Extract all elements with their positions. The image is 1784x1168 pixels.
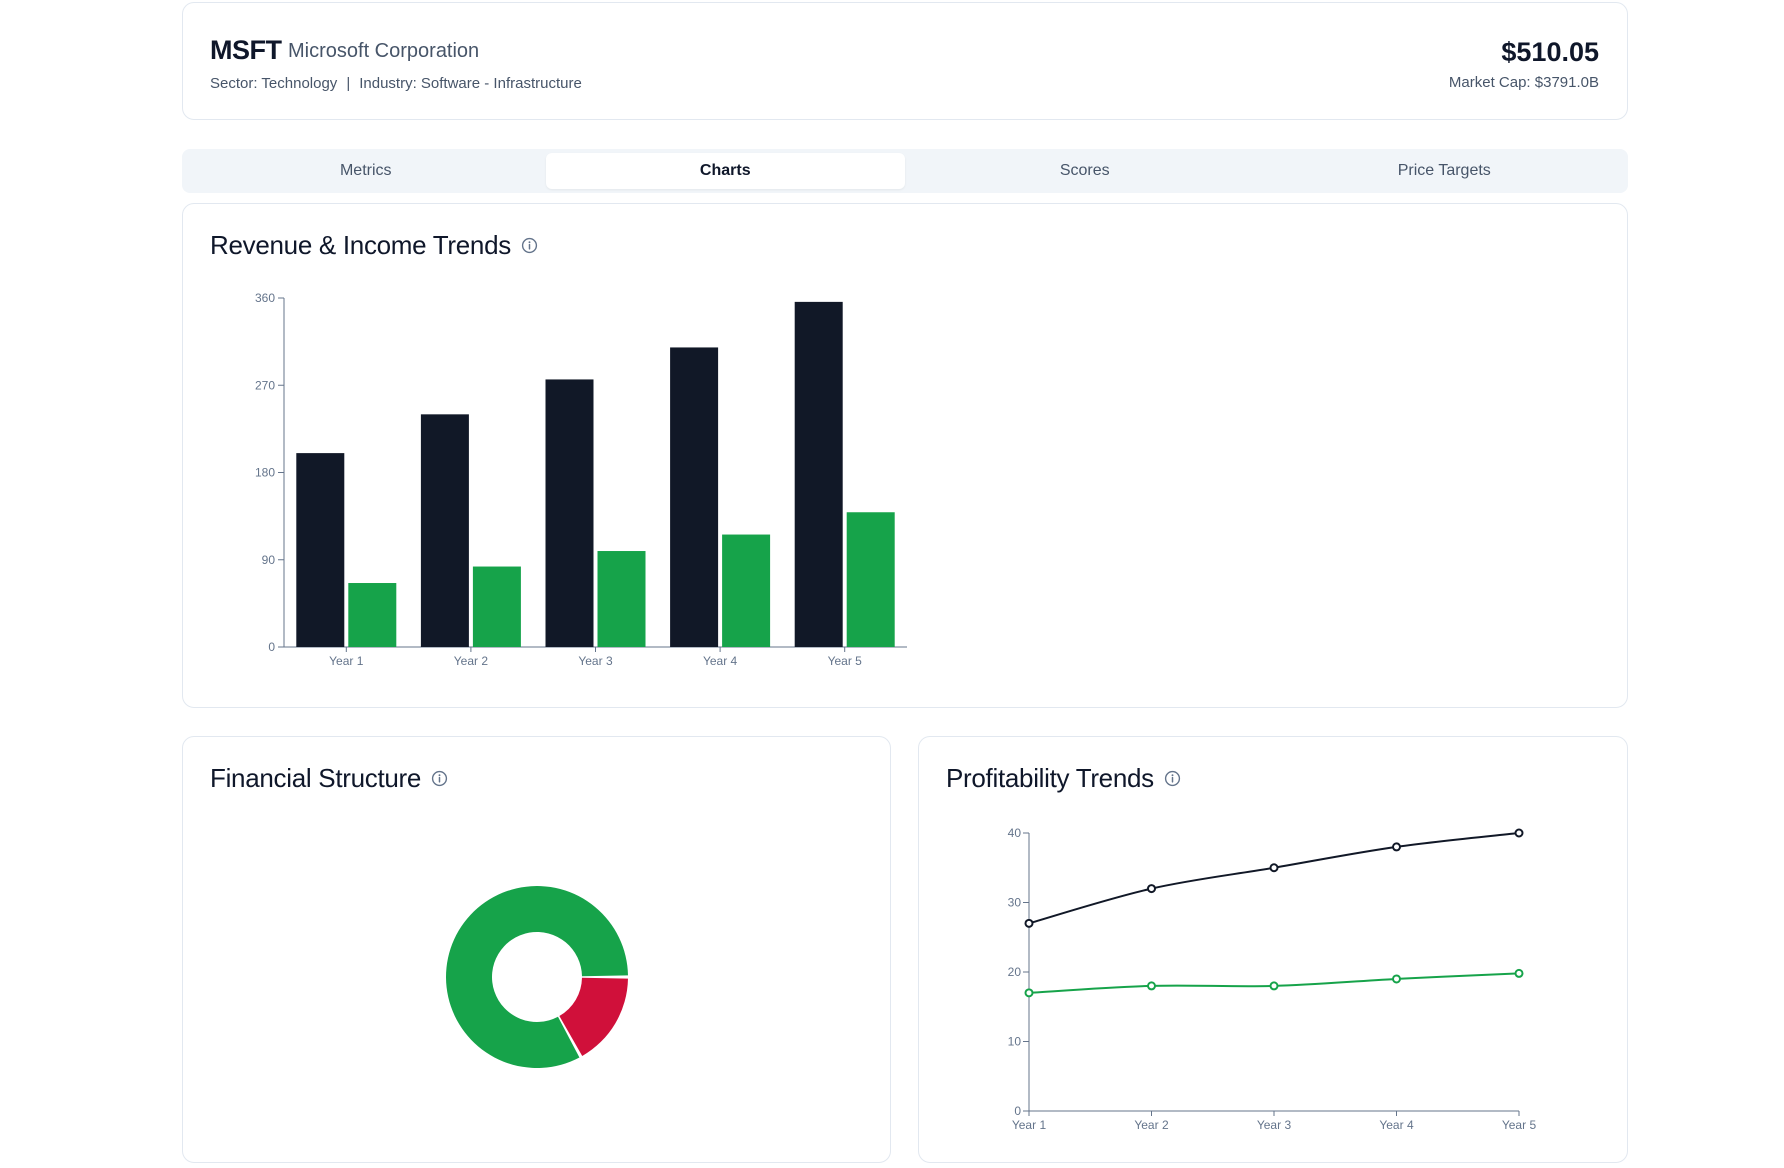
x-tick-label: Year 4 — [703, 654, 738, 668]
bar — [670, 347, 719, 647]
data-point — [1024, 988, 1034, 998]
tab-metrics[interactable]: Metrics — [186, 153, 546, 189]
meta-separator: | — [346, 75, 351, 92]
x-tick-label: Year 5 — [828, 654, 863, 668]
data-point — [1147, 884, 1156, 894]
x-tick-label: Year 1 — [1012, 1118, 1047, 1132]
y-tick-label: 360 — [255, 291, 275, 305]
tab-charts[interactable]: Charts — [545, 153, 905, 189]
bar — [472, 566, 521, 647]
y-tick-label: 270 — [255, 378, 275, 392]
data-point — [1392, 842, 1401, 852]
x-tick-label: Year 4 — [1379, 1118, 1414, 1132]
x-tick-label: Year 3 — [1257, 1118, 1292, 1132]
series-line — [1028, 832, 1520, 925]
bar — [722, 534, 771, 647]
profitability-line-chart: 0 10 20 30 40 Year 1 Year 2 Year 3 Year 4 Year 5 — [1008, 826, 1537, 1132]
data-point — [1024, 918, 1034, 928]
x-tick-label: Year 5 — [1502, 1118, 1537, 1132]
financial-structure-donut-chart — [446, 886, 628, 1068]
tab-price-targets[interactable]: Price Targets — [1265, 153, 1625, 189]
y-tick-label: 90 — [262, 553, 276, 567]
sector-label: Sector: Technology — [210, 75, 338, 92]
x-tick-label: Year 1 — [329, 654, 364, 668]
ticker-symbol: MSFT — [210, 35, 282, 65]
tab-scores[interactable]: Scores — [905, 153, 1265, 189]
data-point — [1269, 863, 1279, 873]
sector-industry-line: Sector: Technology | Industry: Software - … — [210, 75, 582, 92]
bar — [348, 583, 397, 647]
industry-label: Industry: Software - Infrastructure — [359, 75, 582, 92]
bar — [420, 414, 469, 647]
y-tick-label: 30 — [1008, 896, 1022, 910]
data-point — [1147, 981, 1156, 991]
company-name: Microsoft Corporation — [288, 40, 480, 62]
data-point — [1514, 968, 1524, 978]
financial-structure-card: Financial Structure — [182, 736, 891, 1163]
bar — [545, 379, 594, 647]
y-tick-label: 20 — [1008, 965, 1022, 979]
market-cap: Market Cap: $3791.0B — [1448, 74, 1599, 91]
data-point — [1514, 828, 1524, 838]
revenue-bar-chart: 0 90 180 270 360 Year 1 Year 2 Year 3 Year 4 Year… — [255, 291, 907, 668]
x-tick-label: Year 3 — [578, 654, 613, 668]
y-tick-label: 10 — [1008, 1035, 1022, 1049]
bar — [597, 551, 646, 647]
revenue-income-card: Revenue & Income Trends 0 90 180 270 360 Year… — [182, 203, 1628, 708]
y-tick-label: 180 — [255, 466, 275, 480]
bar — [846, 512, 895, 647]
data-point — [1392, 974, 1401, 984]
tab-bar: Metrics Charts Scores Price Targets — [182, 149, 1628, 193]
bar — [296, 453, 345, 647]
stock-price: $510.05 — [1501, 37, 1599, 67]
data-point — [1269, 981, 1279, 991]
x-tick-label: Year 2 — [1134, 1118, 1169, 1132]
stock-header-card: MSFT Microsoft Corporation Sector: Techn… — [182, 2, 1628, 120]
y-tick-label: 0 — [1014, 1104, 1021, 1118]
y-tick-label: 0 — [268, 640, 275, 654]
profitability-trends-card: Profitability Trends 0 10 20 30 40 Year 1 Year… — [918, 736, 1628, 1163]
y-tick-label: 40 — [1008, 826, 1022, 840]
x-tick-label: Year 2 — [454, 654, 489, 668]
bar — [794, 301, 843, 647]
